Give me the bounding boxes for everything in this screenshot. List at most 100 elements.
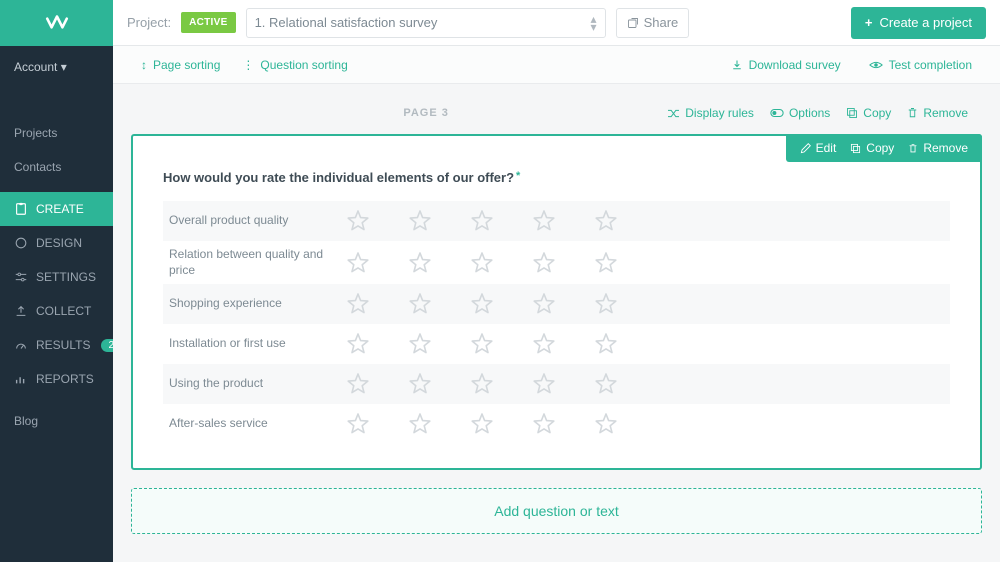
- project-name: 1. Relational satisfaction survey: [255, 15, 438, 30]
- star-icon[interactable]: [594, 332, 618, 356]
- rating-matrix: Overall product qualityRelation between …: [133, 195, 980, 444]
- clipboard-icon: [14, 202, 28, 216]
- matrix-row-label: Shopping experience: [163, 290, 338, 318]
- page-options-button[interactable]: Options: [770, 106, 830, 120]
- copy-label: Copy: [863, 106, 891, 120]
- sidebar-item-label: Contacts: [14, 160, 61, 174]
- sidebar-item-collect[interactable]: COLLECT: [0, 294, 113, 328]
- sidebar-item-settings[interactable]: SETTINGS: [0, 260, 113, 294]
- trash-icon: [908, 143, 918, 154]
- project-label: Project:: [127, 15, 171, 30]
- matrix-row: Shopping experience: [163, 284, 950, 324]
- select-updown-icon: ▴▾: [591, 15, 597, 31]
- star-icon[interactable]: [594, 251, 618, 275]
- star-icon[interactable]: [346, 372, 370, 396]
- star-icon[interactable]: [346, 209, 370, 233]
- edit-label: Edit: [816, 141, 837, 155]
- test-completion-button[interactable]: Test completion: [869, 58, 972, 72]
- star-group: [338, 209, 618, 233]
- question-sorting-button[interactable]: ⋮Question sorting: [242, 58, 347, 72]
- toggle-icon: [770, 108, 784, 118]
- card-copy-button[interactable]: Copy: [850, 141, 894, 155]
- sidebar-item-reports[interactable]: REPORTS: [0, 362, 113, 396]
- matrix-row: Installation or first use: [163, 324, 950, 364]
- sidebar: Account ▾ Projects Contacts CREATE DESIG…: [0, 0, 113, 562]
- page-header: PAGE 3 Display rules Options Copy Remove: [131, 98, 982, 134]
- copy-icon: [846, 107, 858, 119]
- star-icon[interactable]: [346, 412, 370, 436]
- star-icon[interactable]: [594, 372, 618, 396]
- upload-icon: [14, 304, 28, 318]
- matrix-row-label: Relation between quality and price: [163, 241, 338, 284]
- account-menu[interactable]: Account ▾: [0, 46, 113, 88]
- star-icon[interactable]: [470, 209, 494, 233]
- star-icon[interactable]: [470, 251, 494, 275]
- star-icon[interactable]: [470, 332, 494, 356]
- page-sorting-button[interactable]: ↕Page sorting: [141, 58, 220, 72]
- sidebar-item-label: DESIGN: [36, 236, 82, 250]
- star-icon[interactable]: [408, 332, 432, 356]
- copy-label: Copy: [866, 141, 894, 155]
- create-project-label: Create a project: [880, 15, 973, 30]
- star-icon[interactable]: [532, 251, 556, 275]
- options-label: Options: [789, 106, 830, 120]
- star-group: [338, 372, 618, 396]
- star-icon[interactable]: [346, 332, 370, 356]
- download-label: Download survey: [749, 58, 841, 72]
- project-selector[interactable]: 1. Relational satisfaction survey ▴▾: [246, 8, 606, 38]
- project-status-chip: ACTIVE: [181, 12, 235, 33]
- star-icon[interactable]: [346, 292, 370, 316]
- sidebar-item-blog[interactable]: Blog: [0, 404, 113, 438]
- star-icon[interactable]: [532, 372, 556, 396]
- display-rules-button[interactable]: Display rules: [667, 106, 754, 120]
- add-question-button[interactable]: Add question or text: [131, 488, 982, 534]
- sidebar-item-projects[interactable]: Projects: [0, 116, 113, 150]
- star-icon[interactable]: [532, 209, 556, 233]
- star-icon[interactable]: [594, 292, 618, 316]
- star-icon[interactable]: [470, 412, 494, 436]
- sidebar-item-label: Blog: [14, 414, 38, 428]
- star-icon[interactable]: [594, 209, 618, 233]
- download-icon: [731, 59, 743, 71]
- add-question-label: Add question or text: [494, 503, 619, 519]
- sidebar-item-contacts[interactable]: Contacts: [0, 150, 113, 184]
- star-icon[interactable]: [408, 372, 432, 396]
- star-icon[interactable]: [532, 412, 556, 436]
- matrix-row: After-sales service: [163, 404, 950, 444]
- barchart-icon: [14, 372, 28, 386]
- star-icon[interactable]: [470, 292, 494, 316]
- card-toolbar: Edit Copy Remove: [786, 134, 982, 162]
- star-icon[interactable]: [532, 332, 556, 356]
- pencil-icon: [800, 143, 811, 154]
- page-copy-button[interactable]: Copy: [846, 106, 891, 120]
- caret-down-icon: ▾: [61, 60, 67, 74]
- sidebar-item-design[interactable]: DESIGN: [0, 226, 113, 260]
- star-icon[interactable]: [408, 412, 432, 436]
- matrix-row-label: Installation or first use: [163, 330, 338, 358]
- card-remove-button[interactable]: Remove: [908, 141, 968, 155]
- matrix-row: Using the product: [163, 364, 950, 404]
- star-group: [338, 332, 618, 356]
- brand-logo[interactable]: [0, 0, 113, 46]
- star-icon[interactable]: [408, 209, 432, 233]
- trash-icon: [907, 107, 918, 119]
- card-edit-button[interactable]: Edit: [800, 141, 837, 155]
- share-button[interactable]: Share: [616, 8, 690, 38]
- star-group: [338, 292, 618, 316]
- download-survey-button[interactable]: Download survey: [731, 58, 841, 72]
- star-icon[interactable]: [346, 251, 370, 275]
- sidebar-item-create[interactable]: CREATE: [0, 192, 113, 226]
- page-title: PAGE 3: [185, 107, 667, 119]
- star-icon[interactable]: [408, 251, 432, 275]
- star-icon[interactable]: [594, 412, 618, 436]
- sidebar-item-results[interactable]: RESULTS20: [0, 328, 113, 362]
- display-rules-label: Display rules: [685, 106, 754, 120]
- matrix-row: Overall product quality: [163, 201, 950, 241]
- star-icon[interactable]: [470, 372, 494, 396]
- create-project-button[interactable]: + Create a project: [851, 7, 986, 39]
- share-label: Share: [644, 15, 679, 30]
- star-icon[interactable]: [532, 292, 556, 316]
- star-icon[interactable]: [408, 292, 432, 316]
- sliders-icon: [14, 270, 28, 284]
- page-remove-button[interactable]: Remove: [907, 106, 968, 120]
